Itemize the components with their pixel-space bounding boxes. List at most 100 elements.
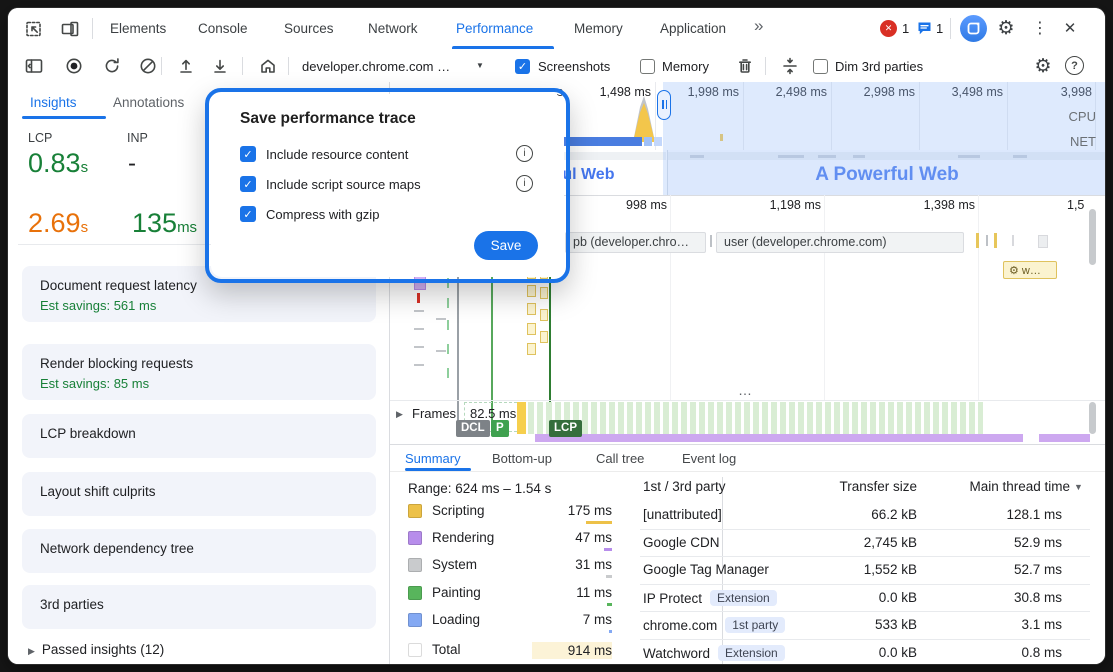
devtools-feature-icon[interactable] bbox=[960, 15, 987, 42]
long-task-chip[interactable]: ⚙ w… bbox=[1003, 261, 1057, 279]
transfer-size: 533 kB bbox=[797, 617, 917, 632]
legend-label: Total bbox=[432, 642, 461, 657]
frames-expander-icon[interactable]: ▶ bbox=[396, 409, 403, 420]
settings-gear-icon[interactable]: ⚙ bbox=[994, 16, 1018, 40]
sidebar-tab-insights[interactable]: Insights bbox=[30, 95, 77, 110]
error-count[interactable]: 1 bbox=[902, 21, 909, 36]
kebab-menu-icon[interactable]: ⋮ bbox=[1030, 17, 1050, 39]
party-name: chrome.com1st party bbox=[643, 617, 785, 633]
waterfall-green-dash bbox=[447, 344, 449, 354]
info-icon[interactable]: i bbox=[516, 145, 533, 162]
bottom-tabbar-bottom-border bbox=[390, 471, 1105, 472]
expander-icon: ▶ bbox=[28, 646, 35, 657]
legend-label: System bbox=[432, 557, 477, 572]
partial-frame-bar[interactable] bbox=[517, 402, 526, 434]
close-icon[interactable]: ✕ bbox=[1058, 17, 1082, 39]
selection-drag-handle[interactable] bbox=[657, 90, 671, 120]
legend-swatch bbox=[408, 586, 422, 600]
party-badge: 1st party bbox=[725, 617, 785, 633]
issues-icon[interactable] bbox=[917, 21, 932, 36]
party-name: [unattributed] bbox=[643, 507, 722, 522]
issue-count[interactable]: 1 bbox=[936, 21, 943, 36]
sort-desc-icon[interactable]: ▼ bbox=[1074, 482, 1083, 492]
net-track-label: NET bbox=[1030, 134, 1096, 149]
device-toolbar-icon[interactable] bbox=[58, 17, 82, 41]
resource-content-checkbox[interactable]: ✓ bbox=[240, 146, 256, 162]
toggle-sidebar-icon[interactable] bbox=[22, 54, 46, 78]
legend-label: Painting bbox=[432, 585, 481, 600]
tab-memory[interactable]: Memory bbox=[574, 8, 623, 49]
table-header-size[interactable]: Transfer size bbox=[797, 479, 917, 494]
tab-sources[interactable]: Sources bbox=[284, 8, 334, 49]
clear-icon[interactable] bbox=[136, 54, 160, 78]
track-overflow-dots[interactable]: … bbox=[738, 382, 753, 398]
table-header-party[interactable]: 1st / 3rd party bbox=[643, 479, 726, 494]
page-selector[interactable]: developer.chrome.com … bbox=[302, 59, 450, 74]
legend-swatch bbox=[408, 643, 422, 657]
network-request-pill[interactable]: user (developer.chrome.com) bbox=[716, 232, 964, 253]
tab-bottom-up[interactable]: Bottom-up bbox=[492, 451, 552, 466]
tab-elements[interactable]: Elements bbox=[110, 8, 166, 49]
toolbar-divider-2 bbox=[242, 57, 243, 75]
reload-record-icon[interactable] bbox=[100, 54, 124, 78]
frames-scrollbar-thumb[interactable] bbox=[1089, 402, 1096, 434]
legend-value: 47 ms bbox=[532, 530, 612, 545]
sidebar-tab-annotations[interactable]: Annotations bbox=[113, 95, 184, 110]
network-request-pill[interactable]: pb (developer.chro… bbox=[565, 232, 706, 253]
frames-strip[interactable] bbox=[528, 402, 983, 434]
panel-settings-gear-icon[interactable]: ⚙ bbox=[1031, 54, 1055, 78]
load-profile-icon[interactable] bbox=[174, 54, 198, 78]
info-icon[interactable]: i bbox=[516, 175, 533, 192]
net-bar-fragment bbox=[654, 137, 662, 146]
gzip-checkbox[interactable]: ✓ bbox=[240, 206, 256, 222]
tab-network[interactable]: Network bbox=[368, 8, 418, 49]
memory-checkbox[interactable] bbox=[640, 59, 655, 74]
dim-3rd-parties-checkbox[interactable] bbox=[813, 59, 828, 74]
lcp-marker-badge[interactable]: LCP bbox=[549, 420, 582, 437]
source-maps-checkbox[interactable]: ✓ bbox=[240, 176, 256, 192]
dialog-title: Save performance trace bbox=[240, 110, 416, 128]
insight-card-layout-shift[interactable]: Layout shift culprits bbox=[22, 472, 376, 516]
insight-title: Layout shift culprits bbox=[40, 484, 358, 499]
console-errors-icon[interactable]: ✕ bbox=[880, 20, 897, 37]
dcl-marker-badge[interactable]: DCL bbox=[456, 420, 490, 437]
isolate-selection-icon[interactable] bbox=[778, 54, 802, 78]
detail-tick: 1,398 ms bbox=[895, 198, 975, 212]
insight-card-lcp-breakdown[interactable]: LCP breakdown bbox=[22, 414, 376, 458]
insight-card-3rd-parties[interactable]: 3rd parties bbox=[22, 585, 376, 629]
tab-summary[interactable]: Summary bbox=[405, 451, 461, 466]
inspect-element-icon[interactable] bbox=[22, 17, 46, 41]
layout-shifts-bar[interactable] bbox=[535, 434, 1023, 442]
page-selector-caret-icon[interactable]: ▼ bbox=[476, 61, 484, 70]
help-icon[interactable]: ? bbox=[1065, 56, 1084, 75]
garbage-collect-icon[interactable] bbox=[733, 54, 757, 78]
table-row-separator bbox=[640, 611, 1090, 612]
screenshots-checkbox[interactable]: ✓ bbox=[515, 59, 530, 74]
home-icon[interactable] bbox=[256, 54, 280, 78]
tab-call-tree[interactable]: Call tree bbox=[596, 451, 644, 466]
insight-card-network-tree[interactable]: Network dependency tree bbox=[22, 529, 376, 573]
save-profile-icon[interactable] bbox=[208, 54, 232, 78]
tab-performance[interactable]: Performance bbox=[456, 8, 533, 49]
tab-application[interactable]: Application bbox=[660, 8, 726, 49]
waterfall-yellow-chip bbox=[527, 285, 536, 297]
waterfall-green-dash bbox=[447, 298, 449, 308]
track-scrollbar-thumb[interactable] bbox=[1089, 209, 1096, 265]
table-header-time[interactable]: Main thread time bbox=[920, 479, 1070, 494]
lcp-label: LCP bbox=[28, 131, 52, 145]
screenshots-label: Screenshots bbox=[538, 59, 610, 74]
insight-title: Network dependency tree bbox=[40, 541, 358, 556]
waterfall-gray-mark bbox=[414, 310, 424, 312]
layout-shifts-bar[interactable] bbox=[1039, 434, 1090, 442]
detail-tick: 1,198 ms bbox=[741, 198, 821, 212]
more-tabs-icon[interactable]: » bbox=[754, 16, 763, 36]
record-icon[interactable] bbox=[62, 54, 86, 78]
tab-event-log[interactable]: Event log bbox=[682, 451, 736, 466]
passed-insights-row[interactable]: ▶Passed insights (12) bbox=[28, 642, 164, 657]
insight-card-render-blocking[interactable]: Render blocking requestsEst savings: 85 … bbox=[22, 344, 376, 400]
insight-title: Render blocking requests bbox=[40, 356, 358, 371]
save-button[interactable]: Save bbox=[474, 231, 538, 260]
check-glyph: ✓ bbox=[243, 208, 252, 221]
paint-marker-badge[interactable]: P bbox=[491, 420, 509, 437]
tab-console[interactable]: Console bbox=[198, 8, 248, 49]
